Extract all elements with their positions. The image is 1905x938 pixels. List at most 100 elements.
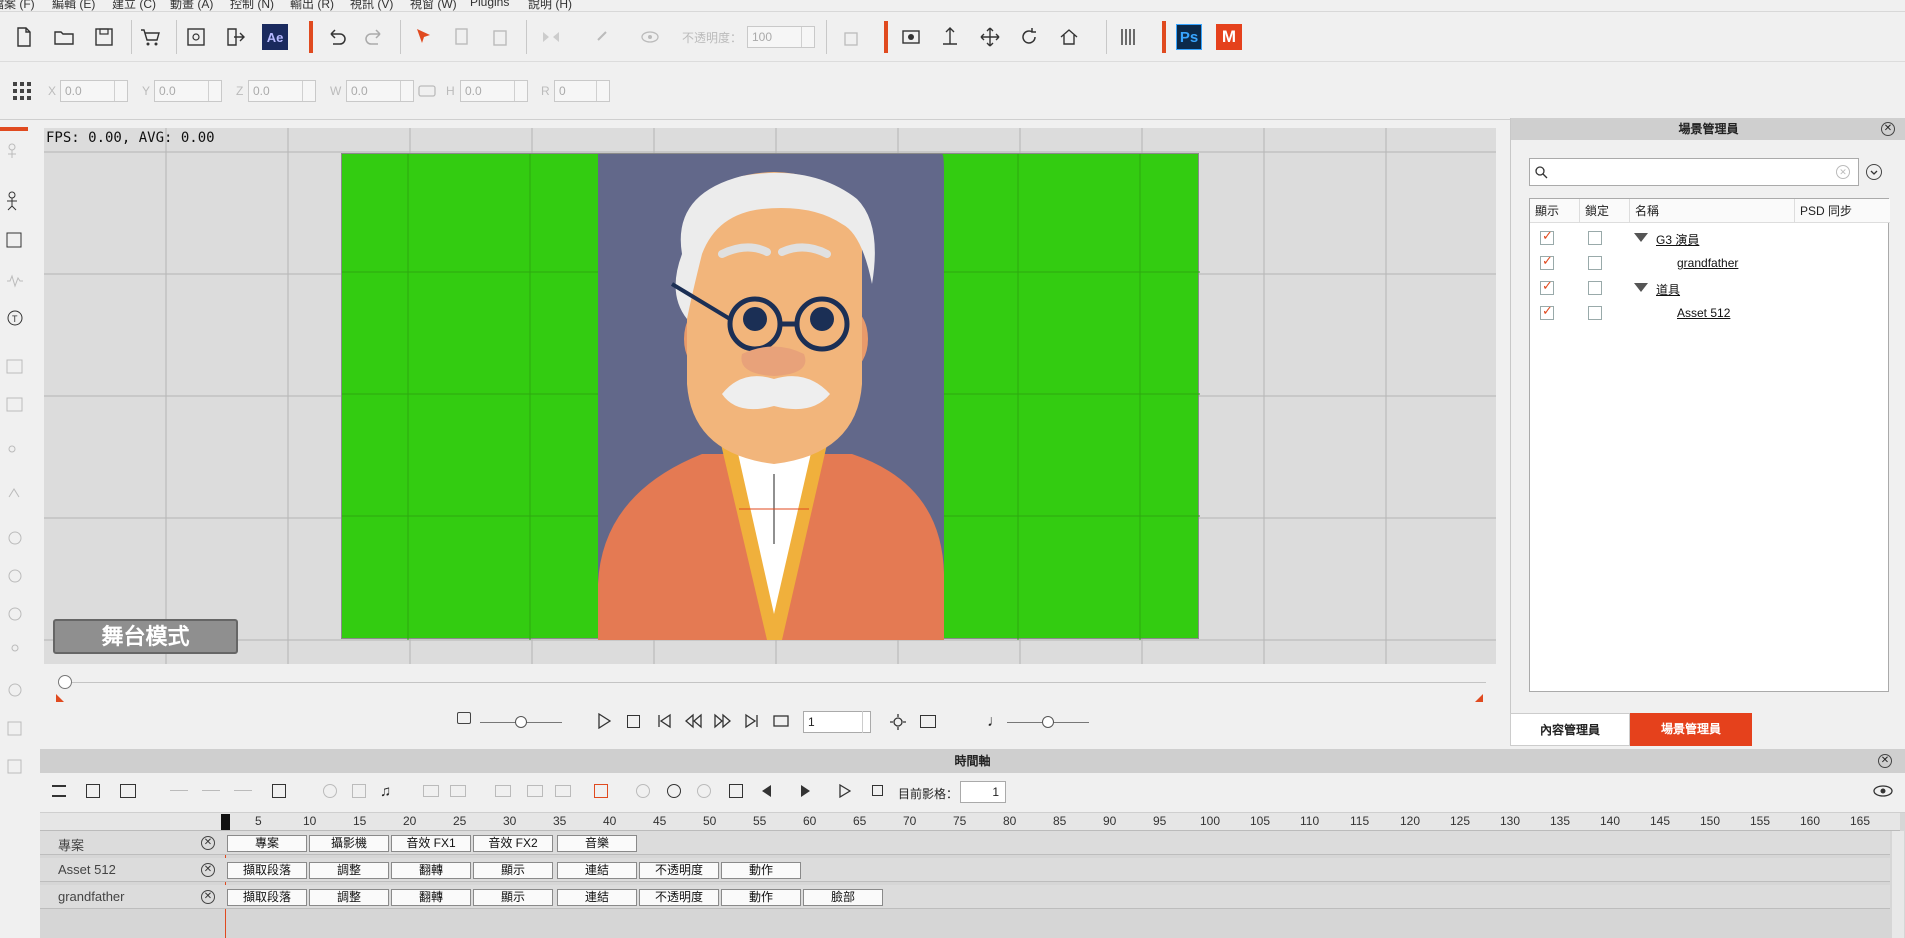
track-btn-sfx2[interactable]: 音效 FX2 bbox=[473, 835, 553, 852]
track-btn-motion[interactable]: 動作 bbox=[721, 862, 801, 879]
curve-icon[interactable] bbox=[594, 784, 608, 798]
tab-content-manager[interactable]: 內容管理員 bbox=[1510, 713, 1630, 746]
scrubber-track[interactable] bbox=[66, 682, 1486, 683]
lock-checkbox[interactable] bbox=[1588, 306, 1602, 320]
y-field[interactable]: 0.0 bbox=[154, 80, 222, 102]
key-add-icon[interactable] bbox=[202, 790, 220, 792]
panel-icon[interactable] bbox=[4, 394, 26, 416]
menu-file[interactable]: 檔案 (F) bbox=[0, 0, 35, 11]
lock-checkbox[interactable] bbox=[1588, 231, 1602, 245]
pose-tool-icon[interactable] bbox=[4, 642, 26, 664]
exit-icon[interactable] bbox=[222, 24, 248, 50]
settings-sun-icon[interactable] bbox=[889, 713, 907, 734]
menu-animation[interactable]: 動畫 (A) bbox=[170, 0, 213, 11]
clear-search-icon[interactable]: ✕ bbox=[1836, 165, 1850, 179]
insert-icon[interactable] bbox=[495, 785, 511, 797]
expand-triangle-icon[interactable] bbox=[1634, 283, 1648, 292]
up-arrow-icon[interactable] bbox=[937, 24, 963, 50]
walk-tool-icon[interactable] bbox=[4, 480, 26, 502]
track-btn-flip[interactable]: 翻轉 bbox=[391, 889, 471, 906]
track-btn-face[interactable]: 臉部 bbox=[803, 889, 883, 906]
edit-icon[interactable] bbox=[272, 784, 286, 798]
eye-icon[interactable] bbox=[1872, 783, 1894, 802]
menu-window[interactable]: 視窗 (W) bbox=[410, 0, 457, 11]
next-frame-icon[interactable] bbox=[714, 713, 732, 732]
track-close-icon[interactable]: ✕ bbox=[201, 863, 215, 877]
lock-checkbox[interactable] bbox=[1588, 256, 1602, 270]
track-btn-link[interactable]: 連結 bbox=[557, 862, 637, 879]
expand-triangle-icon[interactable] bbox=[1634, 233, 1648, 242]
archive-icon[interactable] bbox=[183, 24, 209, 50]
text-bubble-icon[interactable]: T bbox=[4, 308, 26, 330]
crop-icon[interactable] bbox=[838, 24, 864, 50]
close-icon[interactable]: ✕ bbox=[1881, 122, 1895, 136]
close-icon[interactable]: ✕ bbox=[1878, 754, 1892, 768]
home-icon[interactable] bbox=[1056, 24, 1082, 50]
track-btn-project[interactable]: 專案 bbox=[227, 835, 307, 852]
grandfather-character[interactable] bbox=[342, 154, 1200, 640]
current-frame-input[interactable]: 1 bbox=[960, 781, 1006, 803]
w-field[interactable]: 0.0 bbox=[346, 80, 414, 102]
frame-input[interactable]: 1 bbox=[803, 711, 871, 733]
motion-button[interactable]: M bbox=[1216, 24, 1242, 50]
music-note-icon[interactable]: ♩ bbox=[987, 713, 1003, 731]
delete-icon[interactable] bbox=[527, 785, 543, 797]
lock-checkbox[interactable] bbox=[1588, 281, 1602, 295]
visible-checkbox[interactable] bbox=[1540, 303, 1554, 320]
menu-render[interactable]: 輸出 (R) bbox=[290, 0, 334, 11]
h-field[interactable]: 0.0 bbox=[460, 80, 528, 102]
bone-tool-icon[interactable] bbox=[4, 190, 26, 212]
track-btn-link[interactable]: 連結 bbox=[557, 889, 637, 906]
body-tool-icon[interactable] bbox=[4, 566, 26, 588]
menu-create[interactable]: 建立 (C) bbox=[112, 0, 156, 11]
face-tool-icon[interactable] bbox=[4, 604, 26, 626]
col-show[interactable]: 顯示 bbox=[1530, 199, 1580, 223]
flip-icon[interactable] bbox=[538, 24, 564, 50]
play-icon[interactable] bbox=[597, 712, 612, 732]
paste-icon[interactable] bbox=[488, 24, 514, 50]
tab-scene-manager[interactable]: 場景管理員 bbox=[1630, 713, 1752, 746]
next-key-icon[interactable] bbox=[801, 785, 810, 797]
scrubber-handle[interactable] bbox=[58, 675, 72, 689]
volume-slider-handle[interactable] bbox=[515, 716, 527, 728]
music-track-icon[interactable]: ♫ bbox=[380, 783, 391, 800]
audio-tool-icon[interactable] bbox=[4, 270, 26, 292]
track-close-icon[interactable]: ✕ bbox=[201, 836, 215, 850]
track-btn-flip[interactable]: 翻轉 bbox=[391, 862, 471, 879]
undo-icon[interactable] bbox=[323, 24, 349, 50]
col-name[interactable]: 名稱 bbox=[1630, 199, 1795, 223]
visible-checkbox[interactable] bbox=[1540, 253, 1554, 270]
layer-tool-icon[interactable] bbox=[4, 756, 26, 778]
last-frame-icon[interactable] bbox=[744, 713, 760, 732]
prev-frame-icon[interactable] bbox=[684, 713, 702, 732]
zoom-in-icon[interactable] bbox=[636, 784, 650, 798]
list-icon[interactable] bbox=[52, 785, 66, 797]
track-btn-visible[interactable]: 顯示 bbox=[473, 889, 553, 906]
track-btn-adjust[interactable]: 調整 bbox=[309, 862, 389, 879]
x-field[interactable]: 0.0 bbox=[60, 80, 128, 102]
frame-icon[interactable] bbox=[86, 784, 100, 798]
redo-icon[interactable] bbox=[362, 24, 388, 50]
menu-video[interactable]: 視訊 (V) bbox=[350, 0, 393, 11]
actor-tool-icon[interactable] bbox=[4, 142, 26, 164]
crop-tool-icon[interactable] bbox=[4, 718, 26, 740]
r-field[interactable]: 0 bbox=[554, 80, 610, 102]
zoom-out-icon[interactable] bbox=[667, 784, 681, 798]
track-btn-visible[interactable]: 顯示 bbox=[473, 862, 553, 879]
new-file-icon[interactable] bbox=[11, 24, 37, 50]
grid-icon[interactable] bbox=[9, 78, 35, 104]
tree-item-grandfather[interactable]: grandfather bbox=[1677, 256, 1738, 270]
col-lock[interactable]: 鎖定 bbox=[1580, 199, 1630, 223]
stop-icon[interactable] bbox=[872, 785, 883, 796]
track-btn-sfx1[interactable]: 音效 FX1 bbox=[391, 835, 471, 852]
link-icon[interactable] bbox=[590, 24, 616, 50]
music-volume-handle[interactable] bbox=[1042, 716, 1054, 728]
timeline-scrollbar[interactable] bbox=[1892, 831, 1904, 938]
track-btn-motion[interactable]: 動作 bbox=[721, 889, 801, 906]
play-icon[interactable] bbox=[839, 783, 852, 801]
copy-icon[interactable] bbox=[449, 24, 475, 50]
link-track-icon[interactable] bbox=[352, 784, 366, 798]
timeline-ruler[interactable]: 5 10 15 20 25 30 35 40 45 50 55 60 65 70 75 80 85 90 95 100… bbox=[40, 813, 1900, 831]
layout-icon[interactable] bbox=[4, 356, 26, 378]
timeline-bars-icon[interactable] bbox=[1115, 24, 1141, 50]
